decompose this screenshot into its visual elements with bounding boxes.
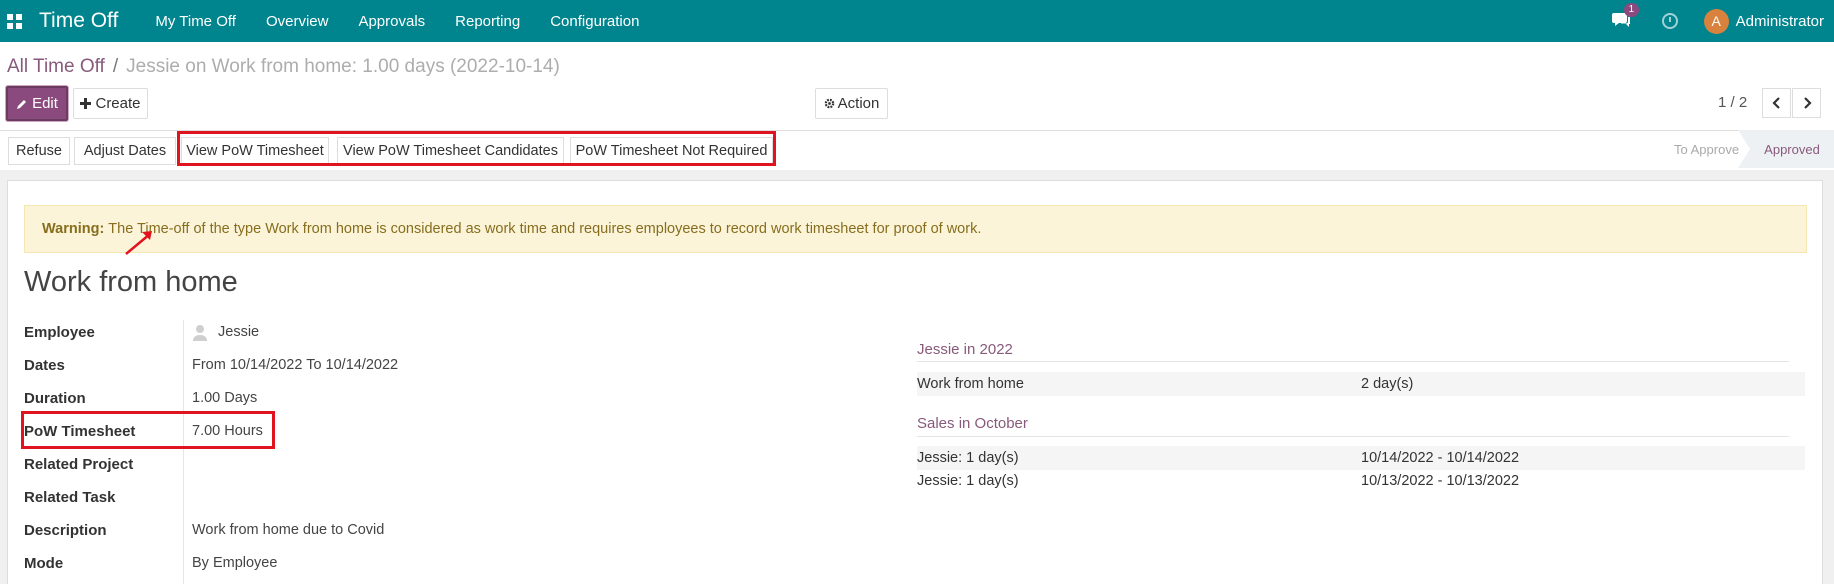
action-button-label: Action — [837, 95, 880, 112]
chat-icon[interactable]: 1 — [1611, 3, 1640, 30]
section-divider — [917, 436, 1789, 437]
menu-configuration[interactable]: Configuration — [550, 13, 639, 30]
adjust-dates-button[interactable]: Adjust Dates — [74, 137, 176, 165]
row-name: Jessie: 1 day(s) — [917, 450, 1019, 466]
stage-approved[interactable]: Approved — [1738, 130, 1834, 168]
breadcrumb-separator: / — [112, 56, 119, 77]
gear-icon — [824, 98, 834, 109]
refuse-button[interactable]: Refuse — [8, 137, 70, 165]
menu-reporting[interactable]: Reporting — [455, 13, 520, 30]
table-row: Jessie: 1 day(s) 10/14/2022 - 10/14/2022 — [917, 446, 1805, 470]
user-menu[interactable]: Administrator — [1736, 13, 1824, 30]
field-column-separator — [183, 320, 184, 584]
pager-previous-button[interactable] — [1762, 88, 1791, 118]
warning-alert: Warning: The Time-off of the type Work f… — [24, 205, 1807, 253]
app-title[interactable]: Time Off — [39, 9, 118, 33]
breadcrumb-current: Jessie on Work from home: 1.00 days (202… — [126, 56, 560, 77]
user-avatar[interactable]: A — [1703, 8, 1729, 34]
row-value: 10/14/2022 - 10/14/2022 — [1361, 450, 1520, 466]
chevron-left-icon — [1771, 97, 1780, 109]
pow-timesheet-label: PoW Timesheet — [24, 423, 136, 440]
statusbar-divider — [0, 130, 1834, 131]
action-dropdown-button[interactable]: Action — [815, 88, 888, 119]
description-label: Description — [24, 522, 107, 539]
pager-counter[interactable]: 1 / 2 — [1718, 94, 1747, 111]
pow-timesheet-value: 7.00 Hours — [192, 423, 263, 439]
apps-grid-icon[interactable] — [7, 13, 22, 29]
edit-button-label: Edit — [32, 95, 58, 112]
annotation-arrow-icon — [125, 231, 152, 255]
chevron-right-icon — [1803, 97, 1812, 109]
section-title-year: Jessie in 2022 — [917, 341, 1013, 358]
activity-clock-icon[interactable] — [1661, 13, 1678, 29]
create-button-label: Create — [95, 95, 141, 112]
pencil-icon — [17, 99, 27, 109]
dates-label: Dates — [24, 357, 65, 374]
description-value: Work from home due to Covid — [192, 522, 385, 538]
edit-button[interactable]: Edit — [6, 86, 68, 121]
related-task-label: Related Task — [24, 489, 116, 506]
person-avatar-icon — [193, 325, 207, 341]
create-button[interactable]: Create — [73, 88, 148, 119]
menu-approvals[interactable]: Approvals — [358, 13, 425, 30]
pager-next-button[interactable] — [1792, 88, 1821, 118]
top-navbar: Time Off My Time Off Overview Approvals … — [0, 0, 1834, 42]
related-project-label: Related Project — [24, 456, 134, 473]
plus-icon — [80, 98, 92, 109]
form-title: Work from home — [24, 266, 238, 298]
employee-value[interactable]: Jessie — [218, 324, 259, 340]
row-value: 2 day(s) — [1361, 376, 1414, 392]
menu-my-time-off[interactable]: My Time Off — [155, 13, 236, 30]
mode-value: By Employee — [192, 555, 278, 571]
mode-label: Mode — [24, 555, 64, 572]
view-pow-timesheet-candidates-button[interactable]: View PoW Timesheet Candidates — [337, 137, 564, 165]
breadcrumb: All Time Off / Jessie on Work from home:… — [7, 56, 560, 78]
breadcrumb-all-time-off[interactable]: All Time Off — [7, 56, 105, 78]
row-name: Work from home — [917, 376, 1024, 392]
duration-value: 1.00 Days — [192, 390, 258, 406]
table-row: Work from home 2 day(s) — [917, 372, 1805, 396]
warning-prefix: Warning: — [42, 221, 105, 237]
warning-text: The Time-off of the type Work from home … — [108, 221, 982, 237]
section-title-month: Sales in October — [917, 415, 1028, 432]
duration-label: Duration — [24, 390, 86, 407]
view-pow-timesheet-button[interactable]: View PoW Timesheet — [181, 137, 329, 165]
row-value: 10/13/2022 - 10/13/2022 — [1361, 473, 1520, 489]
row-name: Jessie: 1 day(s) — [917, 473, 1019, 489]
dates-value: From 10/14/2022 To 10/14/2022 — [192, 357, 399, 373]
table-row: Jessie: 1 day(s) 10/13/2022 - 10/13/2022 — [917, 469, 1805, 493]
stage-to-approve[interactable]: To Approve — [1674, 130, 1739, 168]
pow-timesheet-not-required-button[interactable]: PoW Timesheet Not Required — [570, 137, 773, 165]
employee-label: Employee — [24, 324, 95, 341]
chat-count-badge: 1 — [1623, 3, 1640, 17]
section-divider — [917, 361, 1789, 362]
menu-overview[interactable]: Overview — [266, 13, 329, 30]
